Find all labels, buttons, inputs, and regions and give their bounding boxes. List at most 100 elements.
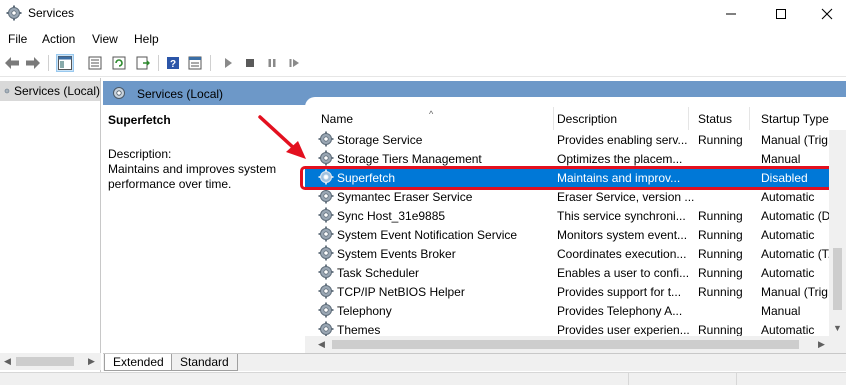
menu-action[interactable]: Action <box>42 32 75 46</box>
column-header-startup-type[interactable]: Startup Type <box>750 107 846 130</box>
refresh-button[interactable] <box>110 54 128 72</box>
table-row[interactable]: Themes Provides user experien... Running Au… <box>305 320 846 337</box>
cell-description: Provides enabling serv... <box>557 133 688 147</box>
back-button[interactable] <box>3 54 21 72</box>
minimize-icon <box>726 13 736 14</box>
tab-extended[interactable]: Extended <box>104 354 173 371</box>
column-header-description[interactable]: Description <box>546 107 689 130</box>
cell-status: Running <box>698 285 743 299</box>
close-button[interactable] <box>804 0 846 27</box>
service-gear-icon <box>318 150 334 166</box>
menu-help[interactable]: Help <box>134 32 159 46</box>
highlight-box <box>300 166 838 190</box>
scrollbar-thumb[interactable] <box>332 340 799 349</box>
tree-item-services-local[interactable]: Services (Local) <box>0 81 100 101</box>
scroll-left-icon[interactable]: ◀ <box>318 339 325 350</box>
cell-description: Enables a user to confi... <box>557 266 690 280</box>
cell-name: Symantec Eraser Service <box>337 190 473 204</box>
red-arrow-icon <box>258 115 306 159</box>
toolbar: ? <box>0 50 846 77</box>
service-gear-icon <box>318 283 334 299</box>
cell-name: Storage Service <box>337 133 423 147</box>
cell-name: Telephony <box>337 304 392 318</box>
restart-icon <box>289 59 299 67</box>
cell-status: Running <box>698 323 743 337</box>
stop-service-button[interactable] <box>241 54 259 72</box>
properties-button[interactable] <box>186 54 204 72</box>
service-gear-icon <box>318 245 334 261</box>
service-gear-icon <box>318 207 334 223</box>
toolbar-separator <box>210 55 211 71</box>
list-view-icon <box>88 56 102 70</box>
tree-item-label: Services (Local) <box>13 84 100 98</box>
scroll-right-icon[interactable]: ▶ <box>88 356 95 367</box>
play-icon <box>225 58 232 68</box>
forward-button[interactable] <box>24 54 42 72</box>
pause-service-button[interactable] <box>263 54 281 72</box>
cell-name: Themes <box>337 323 381 337</box>
column-header-status[interactable]: Status <box>687 107 750 130</box>
table-vertical-scrollbar[interactable]: ▼ <box>829 130 846 337</box>
column-header-name[interactable]: Name <box>310 107 554 130</box>
close-icon <box>821 8 833 19</box>
services-gear-icon <box>4 88 10 94</box>
services-gear-icon <box>6 5 22 21</box>
table-row[interactable]: System Events Broker Coordinates executio… <box>305 244 846 263</box>
cell-name: System Event Notification Service <box>337 228 518 242</box>
properties-view-button[interactable] <box>86 54 104 72</box>
restart-service-button[interactable] <box>285 54 303 72</box>
scrollbar-thumb[interactable] <box>833 248 842 310</box>
export-list-button[interactable] <box>134 54 152 72</box>
cell-name: Sync Host_31e9885 <box>337 209 446 223</box>
service-gear-icon <box>318 302 334 318</box>
scroll-down-icon[interactable]: ▼ <box>833 323 842 333</box>
toolbar-separator <box>158 55 159 71</box>
cell-description: Provides Telephony A... <box>557 304 683 318</box>
tab-standard[interactable]: Standard <box>171 354 238 371</box>
table-row[interactable]: System Event Notification Service Monitor… <box>305 225 846 244</box>
panel-header-title: Services (Local) <box>137 87 224 101</box>
cell-name: System Events Broker <box>337 247 456 261</box>
table-horizontal-scrollbar[interactable]: ◀ ▶ <box>305 336 846 353</box>
table-row[interactable]: Storage Service Provides enabling serv...… <box>305 130 846 149</box>
menu-file[interactable]: File <box>8 32 27 46</box>
scroll-left-icon[interactable]: ◀ <box>4 356 11 367</box>
cell-status: Running <box>698 266 743 280</box>
service-gear-icon <box>318 321 334 337</box>
scrollbar-thumb[interactable] <box>16 357 74 366</box>
table-row[interactable]: Telephony Provides Telephony A... Manual <box>305 301 846 320</box>
status-divider <box>628 373 629 385</box>
stop-icon <box>246 59 254 67</box>
maximize-button[interactable] <box>758 0 804 27</box>
tree-horizontal-scrollbar[interactable]: ◀ ▶ <box>0 353 101 370</box>
cell-status: Running <box>698 228 743 242</box>
pause-icon <box>268 59 276 67</box>
console-tree-icon <box>58 56 72 70</box>
toolbar-separator <box>48 55 49 71</box>
start-service-button[interactable] <box>219 54 237 72</box>
cell-name: TCP/IP NetBIOS Helper <box>337 285 465 299</box>
maximize-icon <box>776 8 786 19</box>
table-row[interactable]: TCP/IP NetBIOS Helper Provides support fo… <box>305 282 846 301</box>
cell-name: Task Scheduler <box>337 266 420 280</box>
cell-description: Optimizes the placem... <box>557 152 683 166</box>
scroll-right-icon[interactable]: ▶ <box>818 339 825 350</box>
selected-service-name: Superfetch <box>108 113 171 127</box>
cell-description: Provides support for t... <box>557 285 682 299</box>
description-text: Maintains and improves system performanc… <box>108 162 277 191</box>
table-header: ^ Name Description Status Startup Type <box>305 107 846 130</box>
menu-view[interactable]: View <box>92 32 118 46</box>
title-bar: Services <box>0 0 846 27</box>
minimize-button[interactable] <box>708 0 754 27</box>
status-divider <box>736 373 737 385</box>
table-row[interactable]: Task Scheduler Enables a user to confi...… <box>305 263 846 282</box>
table-row[interactable]: Sync Host_31e9885 This service synchroni.… <box>305 206 846 225</box>
export-list-icon <box>136 56 150 70</box>
help-button[interactable]: ? <box>164 54 182 72</box>
back-arrow-icon <box>5 57 19 69</box>
cell-description: Provides user experien... <box>557 323 690 337</box>
show-hide-console-tree-button[interactable] <box>56 54 74 72</box>
view-tabs: Extended Standard <box>103 353 846 371</box>
properties-icon <box>188 56 202 70</box>
cell-status: Running <box>698 247 743 261</box>
